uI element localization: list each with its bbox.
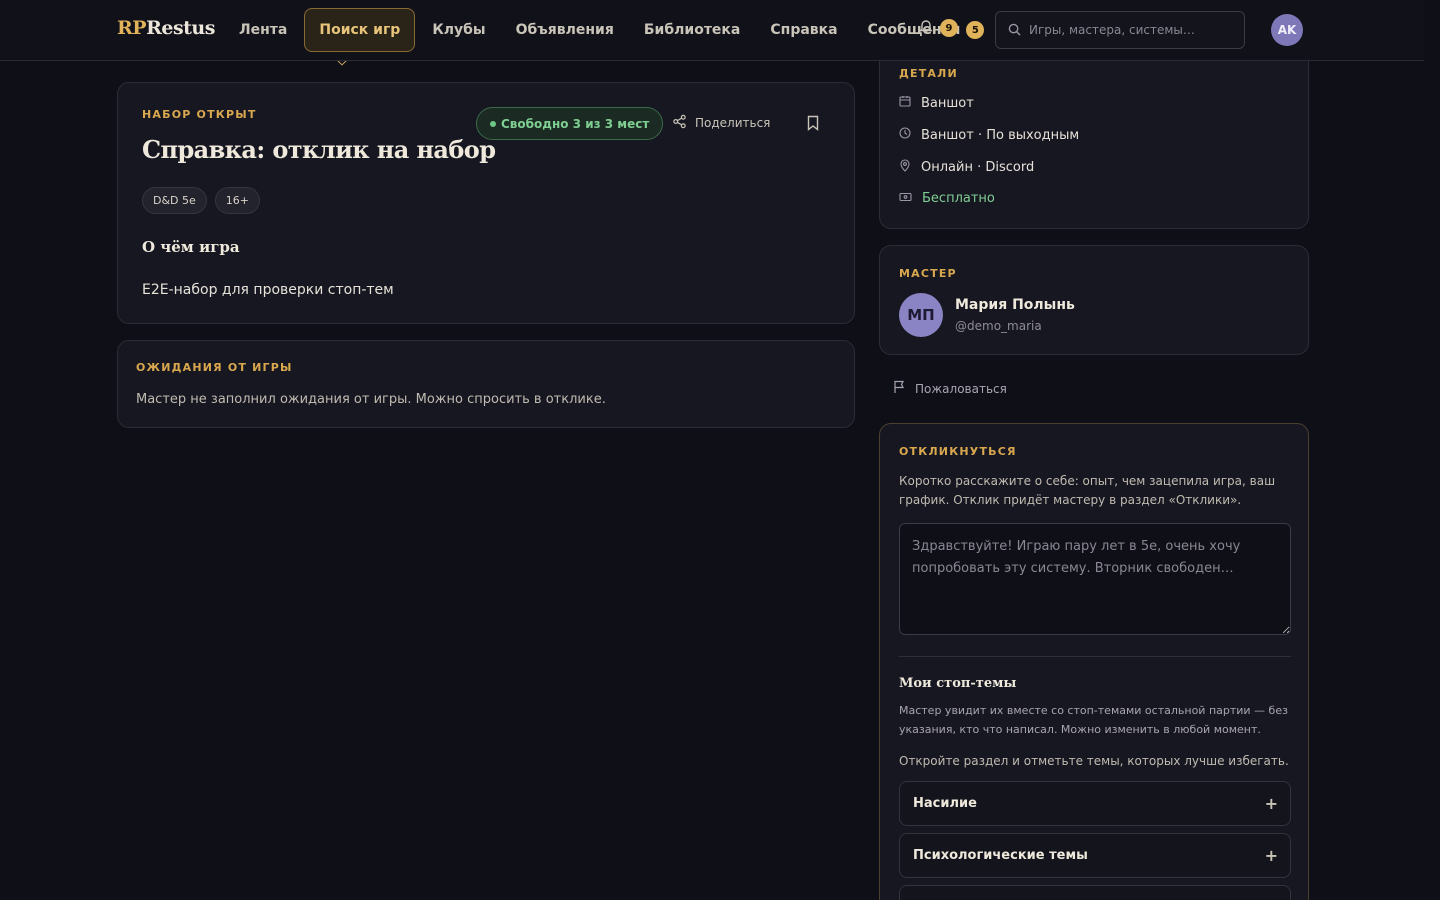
status-dot-icon: [490, 120, 496, 127]
nav-item-ads[interactable]: Объявления: [501, 8, 629, 52]
search-input[interactable]: [1029, 23, 1229, 37]
tag-age-rating[interactable]: 16+: [214, 187, 260, 214]
nav-item-game-search[interactable]: Поиск игр: [304, 8, 416, 52]
ticket-icon: [899, 191, 912, 206]
nav-item-label: Библиотека: [643, 22, 741, 38]
tag-system[interactable]: D&D 5e: [142, 187, 207, 214]
reply-card: Откликнуться Коротко расскажите о себе: …: [879, 423, 1309, 900]
details-heading: Детали: [899, 67, 958, 80]
stop-topic-section-psychological[interactable]: Психологические темы +: [899, 833, 1291, 878]
brand-logo-part2: Restus: [146, 17, 215, 39]
free-slots-text: Свободно 3 из 3 мест: [501, 116, 650, 131]
detail-price-text: Бесплатно: [922, 191, 995, 206]
top-navigation-bar: RPRestus Лента Поиск игр Клубы Объявлени…: [0, 0, 1424, 61]
detail-location-text: Онлайн · Discord: [921, 160, 1035, 175]
plus-icon: +: [1264, 846, 1278, 865]
detail-location: Онлайн · Discord: [899, 159, 1034, 176]
nav-item-feed[interactable]: Лента: [224, 8, 302, 52]
bookmark-button[interactable]: [806, 115, 820, 135]
details-card: Детали Ваншот Ваншот · По выходным Онлай…: [879, 50, 1309, 229]
report-button[interactable]: Пожаловаться: [893, 380, 1007, 397]
main-nav: Лента Поиск игр Клубы Объявления Библиот…: [224, 8, 999, 52]
detail-schedule: Ваншот · По выходным: [899, 127, 1079, 143]
page-title: Справка: отклик на набор: [142, 135, 496, 164]
master-name[interactable]: Мария Полынь: [955, 297, 1075, 313]
nav-item-label: Клубы: [432, 22, 486, 38]
detail-price: Бесплатно: [899, 191, 995, 206]
stop-topic-section-label: Психологические темы: [913, 848, 1088, 863]
stop-topic-section-partial[interactable]: [899, 885, 1291, 900]
stop-topics-heading: Мои стоп-темы: [899, 676, 1017, 691]
about-text: E2E-набор для проверки стоп-тем: [142, 282, 394, 298]
master-heading: Мастер: [899, 267, 957, 280]
share-button[interactable]: Поделиться: [672, 114, 770, 132]
free-slots-badge: Свободно 3 из 3 мест: [476, 107, 664, 140]
reply-heading: Откликнуться: [899, 445, 1017, 458]
nav-item-clubs[interactable]: Клубы: [417, 8, 500, 52]
nav-item-label: Лента: [239, 22, 288, 38]
brand-logo[interactable]: RPRestus: [117, 17, 215, 39]
stop-topics-hint: Откройте раздел и отметьте темы, которых…: [899, 754, 1289, 768]
master-avatar[interactable]: МП: [899, 293, 943, 337]
search-box: [995, 11, 1245, 49]
stop-topics-description: Мастер увидит их вместе со стоп-темами о…: [899, 704, 1288, 736]
detail-format: Ваншот: [899, 95, 974, 111]
stop-topic-section-violence[interactable]: Насилие +: [899, 781, 1291, 826]
bookmark-icon: [806, 115, 820, 135]
expectations-card: Ожидания от игры Мастер не заполнил ожид…: [117, 340, 855, 428]
nav-item-label: Справка: [770, 22, 838, 38]
notifications-count-badge: 9: [940, 19, 958, 37]
expectations-heading: Ожидания от игры: [136, 361, 293, 374]
master-handle: @demo_maria: [955, 319, 1042, 333]
master-card: Мастер МП Мария Полынь @demo_maria: [879, 245, 1309, 355]
expectations-text: Мастер не заполнил ожидания от игры. Мож…: [136, 392, 606, 407]
nav-item-library[interactable]: Библиотека: [629, 8, 756, 52]
plus-icon: +: [1264, 794, 1278, 813]
brand-logo-part1: RP: [117, 17, 147, 39]
share-icon: [672, 114, 687, 132]
notifications-button[interactable]: 9: [918, 18, 958, 38]
clock-icon: [899, 127, 911, 143]
flag-icon: [893, 380, 905, 397]
calendar-icon: [899, 95, 911, 111]
stop-topic-section-label: Насилие: [913, 796, 977, 811]
detail-format-text: Ваншот: [921, 95, 974, 111]
nav-item-label: Поиск игр: [319, 22, 401, 38]
section-divider: [899, 656, 1291, 657]
report-button-label: Пожаловаться: [915, 381, 1007, 396]
messages-count-badge: 5: [966, 21, 985, 39]
share-button-label: Поделиться: [695, 116, 771, 130]
nav-item-label: Объявления: [515, 22, 614, 38]
recruitment-status: Набор открыт: [142, 108, 257, 121]
location-pin-icon: [899, 159, 911, 176]
reply-description: Коротко расскажите о себе: опыт, чем зац…: [899, 474, 1276, 507]
game-summary-card: Набор открыт Справка: отклик на набор Св…: [117, 82, 855, 324]
search-icon: [1008, 21, 1021, 40]
game-tags: D&D 5e 16+: [142, 187, 260, 214]
nav-item-help[interactable]: Справка: [755, 8, 852, 52]
reply-message-input[interactable]: [899, 523, 1291, 635]
bell-icon: [918, 18, 934, 38]
detail-schedule-text: Ваншот · По выходным: [921, 127, 1080, 143]
user-avatar[interactable]: AK: [1271, 14, 1303, 46]
about-heading: О чём игра: [142, 238, 240, 256]
